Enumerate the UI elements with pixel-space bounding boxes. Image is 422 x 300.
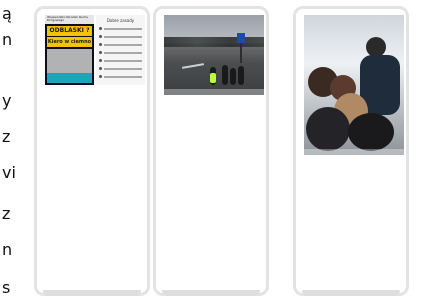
- person-figure: [230, 68, 236, 85]
- photo-footer: [304, 149, 404, 155]
- poster-front: Wojewódzki Ośrodek Ruchu Drogowego ODBLA…: [45, 15, 94, 85]
- letter: s: [2, 278, 11, 297]
- bullet-icon: [99, 43, 102, 46]
- bullet-icon: [99, 51, 102, 54]
- photo-thumbnail[interactable]: [304, 15, 404, 155]
- media-card[interactable]: [293, 6, 409, 296]
- text-line: [104, 76, 142, 78]
- card-bottom-bar: [43, 290, 141, 296]
- poster-footer: [47, 73, 92, 83]
- poster-header: Wojewódzki Ośrodek Ruchu Drogowego: [45, 15, 94, 24]
- text-line: [104, 36, 142, 38]
- student-body: [306, 107, 350, 151]
- poster-body: [47, 49, 92, 73]
- poster-thumbnail[interactable]: Wojewódzki Ośrodek Ruchu Drogowego ODBLA…: [45, 15, 145, 85]
- text-line: [104, 60, 142, 62]
- letter: n: [2, 240, 13, 259]
- classroom-photo: [304, 15, 404, 155]
- bullet-icon: [99, 75, 102, 78]
- letter: y: [2, 91, 12, 110]
- hi-vis-vest: [210, 73, 216, 83]
- card-bottom-bar: [162, 290, 260, 296]
- officer-head: [366, 37, 386, 57]
- photo-footer: [164, 89, 264, 95]
- poster-header-text: Wojewódzki Ośrodek Ruchu Drogowego: [47, 16, 89, 22]
- left-text-letters: ą n y z vi z n s: [0, 0, 20, 300]
- media-card[interactable]: Wojewódzki Ośrodek Ruchu Drogowego ODBLA…: [34, 6, 150, 296]
- text-line: [104, 68, 142, 70]
- letter: n: [2, 30, 13, 49]
- photo-thumbnail[interactable]: [164, 15, 264, 95]
- letter: vi: [2, 163, 16, 182]
- road-photo: [164, 15, 264, 95]
- letter: z: [2, 127, 11, 146]
- road-sign-icon: [237, 33, 245, 43]
- poster-right-title: Dobre zasady: [106, 18, 135, 23]
- bullet-icon: [99, 35, 102, 38]
- poster-headline-2: Kiero w ciemno !: [47, 37, 92, 55]
- sign-pole: [240, 43, 242, 63]
- bullet-icon: [99, 67, 102, 70]
- text-line: [104, 28, 142, 30]
- letter: ą: [2, 4, 12, 23]
- letter: z: [2, 204, 11, 223]
- media-card[interactable]: [153, 6, 269, 296]
- tree-line: [164, 37, 264, 47]
- person-figure: [222, 65, 228, 85]
- bullet-icon: [99, 27, 102, 30]
- text-line: [104, 44, 142, 46]
- poster-headline-1: ODBLASKI ?: [47, 26, 92, 36]
- card-bottom-bar: [302, 290, 400, 296]
- road-marking: [181, 63, 205, 69]
- bullet-icon: [99, 59, 102, 62]
- text-line: [104, 52, 142, 54]
- person-figure: [238, 66, 244, 85]
- poster: Wojewódzki Ośrodek Ruchu Drogowego ODBLA…: [45, 15, 145, 85]
- student-body: [348, 113, 394, 151]
- poster-back: Dobre zasady: [96, 15, 145, 85]
